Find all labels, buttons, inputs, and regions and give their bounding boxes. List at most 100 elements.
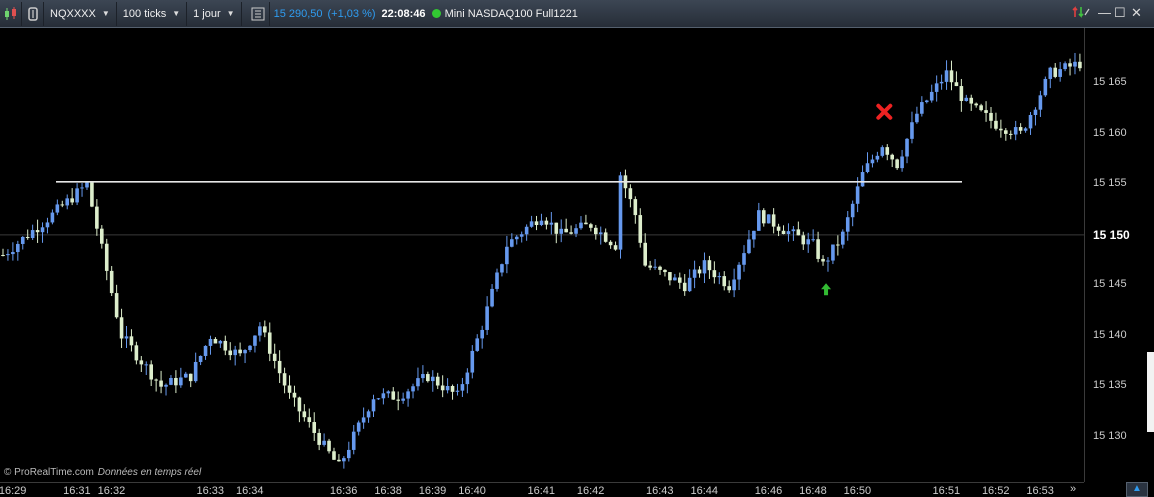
candle-body [272, 353, 277, 361]
time-tick-label: 16:29 [0, 485, 27, 497]
candle-body [193, 361, 198, 382]
candle-body [179, 377, 183, 386]
buy-signal-icon [821, 283, 832, 296]
time-tick-label: 16:41 [527, 485, 555, 497]
scroll-up-icon[interactable]: ▲ [1126, 482, 1148, 497]
candle-body [801, 235, 806, 245]
candle-body [426, 374, 430, 382]
candle-body [460, 384, 465, 391]
candle-body [979, 105, 983, 111]
chart-toolbar: NQXXXX ▼ 100 ticks ▼ 1 jour ▼ 15 290,50 … [0, 0, 1154, 28]
candle-body [668, 272, 672, 281]
period-label: 1 jour [193, 7, 221, 20]
period-selector[interactable]: 1 jour ▼ [187, 1, 242, 26]
candle-body [228, 350, 233, 356]
candle-body [845, 217, 850, 232]
candle-body [712, 270, 717, 278]
maximize-icon[interactable]: ☐ [1114, 5, 1126, 21]
candle-body [791, 229, 796, 232]
time-tick-label: 16:44 [690, 485, 718, 497]
price-tick-label: 15 155 [1093, 177, 1127, 190]
candle-body [594, 227, 598, 235]
candle-body [1038, 95, 1043, 110]
candle-body [470, 350, 475, 373]
candle-body [944, 70, 949, 82]
close-icon[interactable]: ✕ [1131, 5, 1142, 21]
sync-arrows-icon[interactable] [1072, 5, 1090, 23]
price-axis[interactable]: 15 165 15 160 15 155 15 150 15 145 15 140 15 1… [1084, 28, 1154, 482]
candle-body [401, 398, 405, 401]
candle-body [134, 345, 139, 361]
candle-body [737, 264, 741, 280]
price-change: (+1,03 %) [327, 7, 376, 20]
candle-body [381, 393, 386, 399]
candle-body [16, 243, 20, 253]
candle-body [519, 234, 524, 237]
time-tick-label: 16:51 [932, 485, 961, 497]
candle-body [915, 113, 919, 123]
instrument-selector[interactable]: NQXXXX ▼ [44, 1, 117, 26]
candle-body [243, 350, 247, 354]
candle-body [198, 355, 203, 362]
candle-body [317, 432, 321, 445]
candle-body [1, 255, 5, 256]
candle-body [351, 431, 356, 450]
ticks-selector[interactable]: 100 ticks ▼ [117, 1, 188, 26]
candle-body [287, 385, 292, 393]
candle-body [263, 326, 267, 333]
candle-body [312, 422, 317, 433]
price-tick-label: 15 140 [1093, 328, 1127, 341]
time-tick-label: 16:40 [458, 485, 486, 497]
quote-time: 22:08:46 [381, 7, 426, 20]
candle-body [831, 244, 835, 261]
candle-body [885, 147, 890, 155]
candle-body [544, 220, 549, 225]
time-tick-label: 16:31 [63, 485, 91, 497]
candle-body [302, 411, 307, 418]
candle-body [366, 411, 371, 418]
minimize-icon[interactable]: — [1098, 5, 1111, 21]
time-tick-label: 16:32 [97, 485, 126, 497]
price-chart[interactable] [0, 28, 1084, 482]
candle-body [95, 206, 99, 229]
candle-body [361, 417, 366, 423]
info-icon[interactable] [248, 1, 270, 26]
candle-body [638, 215, 643, 243]
candle-body [65, 198, 70, 206]
last-price: 15 290,50 [273, 7, 323, 20]
candle-body [608, 241, 613, 246]
time-axis[interactable]: 16:29 16:31 16:32 16:33 16:34 16:36 16:38 16:39… [0, 482, 1084, 497]
instrument-name: Mini NASDAQ100 Full1221 [444, 7, 578, 20]
candlestick-icon[interactable] [0, 1, 22, 26]
candle-body [188, 373, 193, 382]
candle-body [969, 97, 974, 104]
side-panel-edge [1147, 352, 1154, 432]
candle-body [811, 239, 815, 241]
brand-label: © ProRealTime.com [4, 467, 94, 478]
candle-body [900, 156, 904, 169]
settings-icon[interactable] [22, 1, 44, 26]
candle-body [1058, 69, 1062, 77]
candle-body [855, 186, 860, 204]
chevron-down-icon: ▼ [226, 9, 235, 18]
instrument-label: NQXXXX [50, 7, 96, 20]
scroll-right-icon[interactable]: » [1070, 483, 1076, 495]
candle-body [495, 272, 499, 289]
candle-body [781, 230, 786, 234]
candle-body [702, 260, 707, 274]
candle-body [999, 128, 1003, 131]
candle-body [598, 232, 603, 235]
candle-body [218, 340, 223, 344]
time-tick-label: 16:36 [329, 485, 358, 497]
candle-body [450, 386, 455, 392]
candle-body [480, 329, 484, 339]
candle-body [766, 214, 771, 224]
candle-body [549, 222, 554, 225]
candle-body [109, 270, 114, 294]
time-tick-label: 16:33 [196, 485, 224, 497]
candle-body [465, 372, 470, 385]
time-tick-label: 16:43 [646, 485, 674, 497]
candle-body [169, 377, 173, 385]
time-tick-label: 16:52 [981, 485, 1010, 497]
candle-body [554, 222, 559, 234]
